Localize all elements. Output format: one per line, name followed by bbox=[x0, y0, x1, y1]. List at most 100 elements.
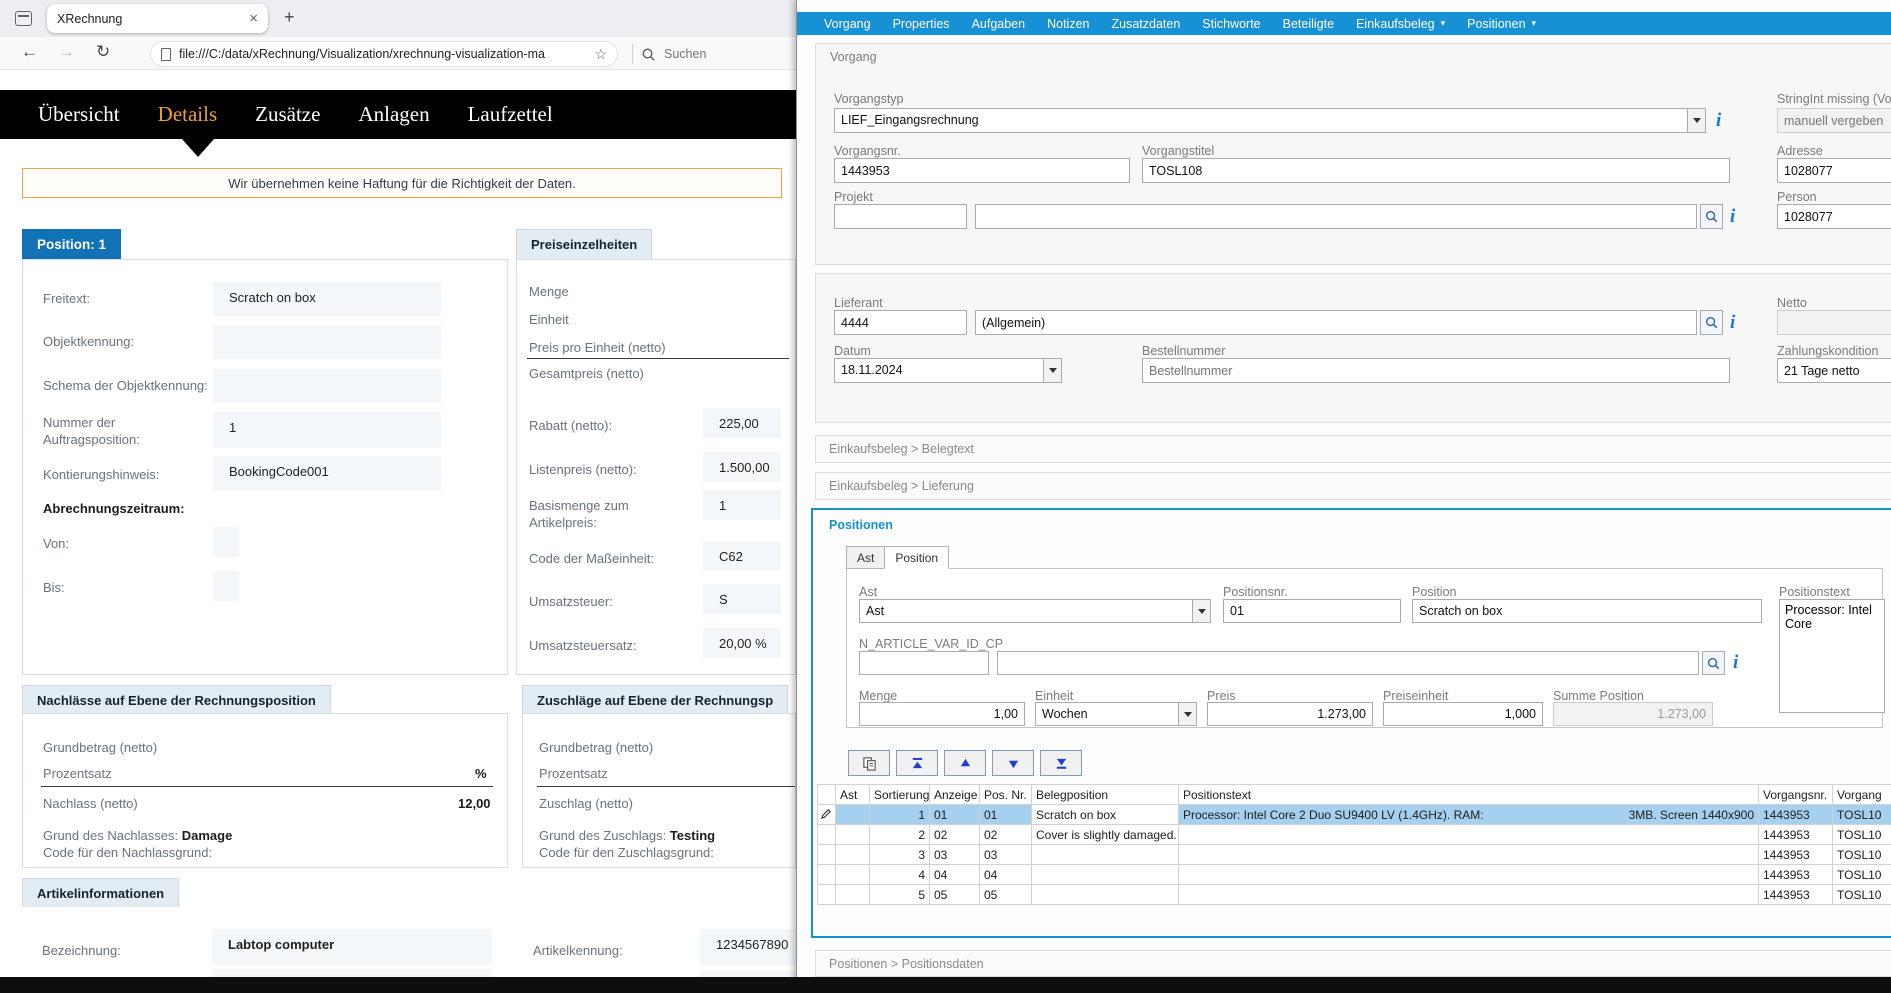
article-var-name-input[interactable] bbox=[997, 651, 1699, 675]
copy-row-button[interactable] bbox=[848, 750, 890, 776]
row-marker-cell bbox=[818, 885, 836, 905]
menu-vorgang[interactable]: Vorgang bbox=[813, 17, 882, 31]
menu-zusatzdaten[interactable]: Zusatzdaten bbox=[1100, 17, 1191, 31]
position-panel-header: Position: 1 bbox=[22, 229, 121, 259]
person-input[interactable] bbox=[1777, 204, 1891, 229]
tab-actions-icon[interactable] bbox=[15, 11, 32, 26]
info-icon[interactable]: i bbox=[1730, 204, 1735, 229]
positionstext-textarea[interactable]: Processor: Intel Core bbox=[1779, 599, 1885, 713]
adresse-input[interactable] bbox=[1777, 158, 1891, 183]
forward-icon[interactable]: → bbox=[58, 42, 75, 62]
combo-arrow-icon[interactable] bbox=[1192, 600, 1210, 622]
price-row-label: Einheit bbox=[529, 312, 569, 327]
move-last-button[interactable] bbox=[1040, 750, 1082, 776]
cell-ast bbox=[836, 805, 870, 825]
datum-label: Datum bbox=[834, 344, 871, 358]
einheit-combo[interactable]: Wochen bbox=[1035, 702, 1197, 726]
address-bar[interactable]: file:///C:/data/xRechnung/Visualization/… bbox=[150, 41, 618, 67]
menu-notizen[interactable]: Notizen bbox=[1036, 17, 1100, 31]
browser-toolbar: ← → ↻ file:///C:/data/xRechnung/Visualiz… bbox=[0, 37, 796, 70]
taskbar[interactable] bbox=[0, 977, 1891, 993]
vorgangstyp-value: LIEF_Eingangsrechnung bbox=[835, 109, 1687, 132]
table-row[interactable]: 3 03 03 1443953 TOSL10 bbox=[818, 845, 1891, 865]
bookmark-star-icon[interactable]: ☆ bbox=[594, 46, 607, 63]
grid-col[interactable]: Pos. Nr. bbox=[980, 785, 1032, 805]
grid-col[interactable]: Vorgang bbox=[1833, 785, 1891, 805]
search-input[interactable] bbox=[662, 46, 772, 62]
info-icon[interactable]: i bbox=[1716, 108, 1721, 133]
move-top-icon bbox=[911, 757, 924, 770]
lookup-button[interactable] bbox=[1702, 651, 1725, 675]
grid-col[interactable]: Positionstext bbox=[1179, 785, 1759, 805]
combo-arrow-icon[interactable] bbox=[1178, 703, 1196, 725]
collapsed-lieferung-bar[interactable]: Einkaufsbeleg > Lieferung bbox=[815, 472, 1891, 500]
summe-input[interactable] bbox=[1553, 702, 1713, 726]
menu-aufgaben[interactable]: Aufgaben bbox=[961, 17, 1037, 31]
nav-item-anlagen[interactable]: Anlagen bbox=[358, 102, 429, 127]
table-row[interactable]: 5 05 05 1443953 TOSL10 bbox=[818, 885, 1891, 905]
cell-text bbox=[1179, 825, 1759, 845]
move-down-button[interactable] bbox=[992, 750, 1034, 776]
info-icon[interactable]: i bbox=[1730, 310, 1735, 335]
nav-item-uebersicht[interactable]: Übersicht bbox=[38, 102, 120, 127]
bestellnummer-input[interactable] bbox=[1142, 358, 1730, 383]
grid-col[interactable]: Ast bbox=[836, 785, 870, 805]
cell-anzeige: 04 bbox=[930, 865, 980, 885]
menu-positionen[interactable]: Positionen ▾ bbox=[1456, 17, 1547, 31]
lookup-button[interactable] bbox=[1700, 204, 1723, 229]
nav-item-zusaetze[interactable]: Zusätze bbox=[255, 102, 320, 127]
magnifier-icon bbox=[1705, 210, 1718, 223]
grid-col[interactable]: Belegposition bbox=[1032, 785, 1179, 805]
reload-icon[interactable]: ↻ bbox=[96, 42, 110, 62]
vorgangstyp-combo[interactable]: LIEF_Eingangsrechnung bbox=[834, 108, 1706, 133]
move-first-button[interactable] bbox=[896, 750, 938, 776]
positionsnr-input[interactable] bbox=[1223, 599, 1401, 623]
preiseinheit-input[interactable] bbox=[1383, 702, 1543, 726]
menu-properties[interactable]: Properties bbox=[882, 17, 961, 31]
combo-arrow-icon[interactable] bbox=[1043, 359, 1061, 382]
datum-combo[interactable]: 18.11.2024 bbox=[834, 358, 1062, 383]
new-tab-icon[interactable]: + bbox=[284, 7, 295, 28]
menu-einkaufsbeleg[interactable]: Einkaufsbeleg ▾ bbox=[1345, 17, 1456, 31]
ast-combo[interactable]: Ast bbox=[859, 599, 1211, 623]
table-row[interactable]: 1 01 01 Scratch on box Processor: Intel … bbox=[818, 805, 1891, 825]
lieferant-nr-input[interactable] bbox=[834, 310, 967, 335]
menge-input[interactable] bbox=[859, 702, 1025, 726]
article-var-nr-input[interactable] bbox=[859, 651, 989, 675]
collapsed-positionsdaten-bar[interactable]: Positionen > Positionsdaten bbox=[815, 950, 1891, 977]
stringint-input[interactable] bbox=[1777, 108, 1891, 133]
menu-beteiligte[interactable]: Beteiligte bbox=[1272, 17, 1345, 31]
close-tab-icon[interactable]: × bbox=[249, 10, 258, 27]
collapsed-belegtext-bar[interactable]: Einkaufsbeleg > Belegtext bbox=[815, 435, 1891, 463]
zahlungskondition-input[interactable] bbox=[1777, 358, 1891, 383]
vorgangstitel-input[interactable] bbox=[1142, 158, 1730, 183]
nav-item-details[interactable]: Details bbox=[158, 102, 217, 127]
preis-input[interactable] bbox=[1207, 702, 1373, 726]
grid-col[interactable]: Vorgangsnr. bbox=[1759, 785, 1833, 805]
grid-col[interactable]: Sortierung bbox=[870, 785, 930, 805]
move-up-button[interactable] bbox=[944, 750, 986, 776]
search-bar[interactable] bbox=[642, 41, 772, 67]
chevron-down-icon: ▾ bbox=[1441, 18, 1446, 29]
projekt-name-input[interactable] bbox=[975, 204, 1697, 229]
grid-col[interactable]: Anzeige bbox=[930, 785, 980, 805]
lieferant-name-input[interactable] bbox=[975, 310, 1697, 335]
tab-ast[interactable]: Ast bbox=[846, 546, 885, 569]
netto-input[interactable] bbox=[1777, 310, 1891, 335]
lookup-button[interactable] bbox=[1700, 310, 1723, 335]
menu-stichworte[interactable]: Stichworte bbox=[1191, 17, 1271, 31]
cell-anzeige: 02 bbox=[930, 825, 980, 845]
projekt-nr-input[interactable] bbox=[834, 204, 967, 229]
bestellnummer-label: Bestellnummer bbox=[1142, 344, 1225, 358]
position-input[interactable] bbox=[1412, 599, 1762, 623]
vorgangsnr-input[interactable] bbox=[834, 158, 1130, 183]
table-row[interactable]: 4 04 04 1443953 TOSL10 bbox=[818, 865, 1891, 885]
browser-tab[interactable]: XRechnung × bbox=[47, 4, 268, 33]
combo-arrow-icon[interactable] bbox=[1687, 109, 1705, 132]
table-row[interactable]: 2 02 02 Cover is slightly damaged. 14439… bbox=[818, 825, 1891, 845]
tab-position[interactable]: Position bbox=[884, 546, 949, 569]
back-icon[interactable]: ← bbox=[21, 42, 38, 62]
url-text[interactable]: file:///C:/data/xRechnung/Visualization/… bbox=[179, 47, 594, 61]
nav-item-laufzettel[interactable]: Laufzettel bbox=[468, 102, 553, 127]
info-icon[interactable]: i bbox=[1733, 651, 1738, 675]
